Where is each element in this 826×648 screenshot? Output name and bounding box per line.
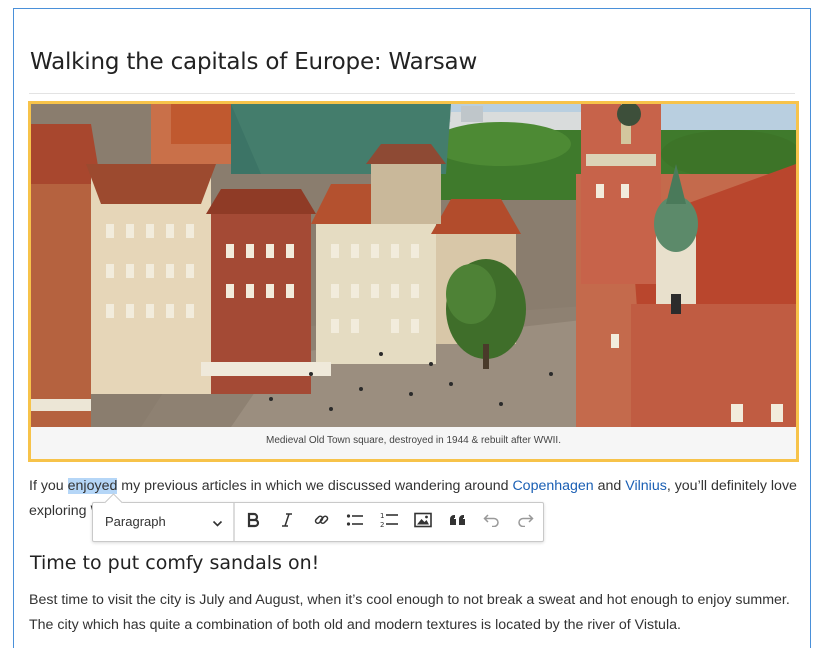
bulleted-list-icon	[346, 512, 364, 533]
redo-icon	[517, 513, 534, 532]
selected-text[interactable]: enjoyed	[67, 478, 118, 494]
text-run: If you	[29, 478, 68, 494]
text-run: my previous articles in which we discuss…	[117, 478, 513, 494]
svg-text:2: 2	[380, 521, 384, 529]
figure-caption[interactable]: Medieval Old Town square, destroyed in 1…	[31, 435, 796, 446]
bulleted-list-button[interactable]	[342, 510, 368, 534]
text-run: , you’ll definitely love	[666, 478, 797, 494]
quote-icon	[449, 512, 466, 532]
image-figure[interactable]: Medieval Old Town square, destroyed in 1…	[28, 101, 799, 462]
heading-dropdown-value: Paragraph	[105, 514, 166, 529]
italic-icon	[279, 512, 295, 533]
link-copenhagen[interactable]: Copenhagen	[512, 478, 593, 494]
block-quote-button[interactable]	[444, 510, 470, 534]
numbered-list-button[interactable]: 12	[376, 510, 402, 534]
warsaw-old-town-photo[interactable]	[31, 104, 796, 427]
bold-icon	[245, 512, 261, 533]
insert-image-button[interactable]	[410, 510, 436, 534]
text-run: and	[593, 478, 626, 494]
balloon-toolbar: Paragraph 12	[92, 502, 544, 542]
link-button[interactable]	[308, 510, 334, 534]
svg-text:1: 1	[380, 512, 384, 520]
link-icon	[313, 511, 330, 533]
title-divider	[29, 93, 795, 94]
heading-dropdown[interactable]: Paragraph	[93, 503, 234, 541]
undo-button[interactable]	[478, 510, 504, 534]
bold-button[interactable]	[240, 510, 266, 534]
numbered-list-icon: 12	[380, 511, 399, 534]
toolbar-separator	[234, 503, 235, 541]
redo-button[interactable]	[512, 510, 538, 534]
undo-icon	[482, 513, 500, 532]
rich-text-editor[interactable]: Walking the capitals of Europe: Warsaw M…	[13, 8, 811, 648]
document-title[interactable]: Walking the capitals of Europe: Warsaw	[30, 49, 477, 75]
chevron-down-icon	[212, 516, 223, 534]
image-icon	[414, 512, 432, 533]
link-vilnius[interactable]: Vilnius	[625, 478, 667, 494]
paragraph-body[interactable]: Best time to visit the city is July and …	[29, 588, 799, 637]
italic-button[interactable]	[274, 510, 300, 534]
section-heading[interactable]: Time to put comfy sandals on!	[30, 552, 319, 574]
